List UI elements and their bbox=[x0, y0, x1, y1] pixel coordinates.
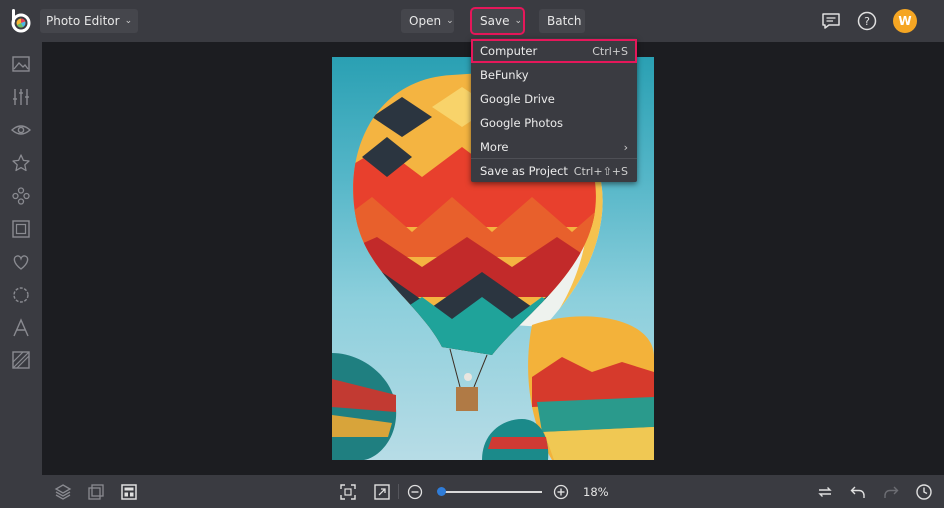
batch-button[interactable]: Batch bbox=[539, 9, 585, 33]
template-icon[interactable] bbox=[120, 483, 138, 501]
avatar[interactable]: W bbox=[893, 9, 917, 33]
befunky-logo-icon[interactable] bbox=[9, 8, 33, 34]
rotate-icon[interactable] bbox=[816, 483, 834, 501]
menu-item-label: Save as Project bbox=[480, 164, 568, 178]
zoom-slider-track[interactable] bbox=[440, 491, 542, 493]
compare-icon[interactable] bbox=[87, 483, 105, 501]
chat-icon[interactable] bbox=[820, 10, 842, 32]
fit-to-screen-icon[interactable] bbox=[339, 483, 357, 501]
texture-icon[interactable] bbox=[11, 285, 31, 305]
batch-label: Batch bbox=[547, 14, 582, 28]
save-label: Save bbox=[480, 14, 510, 28]
image-icon[interactable] bbox=[11, 54, 31, 74]
heart-icon[interactable] bbox=[11, 252, 31, 272]
menu-item-shortcut: Ctrl+S bbox=[592, 44, 628, 58]
menu-item-more[interactable]: More › bbox=[471, 135, 637, 159]
menu-item-label: BeFunky bbox=[480, 68, 529, 82]
svg-text:?: ? bbox=[864, 15, 870, 28]
sliders-icon[interactable] bbox=[11, 87, 31, 107]
menu-item-computer[interactable]: Computer Ctrl+S bbox=[471, 39, 637, 63]
menu-item-label: Computer bbox=[480, 44, 538, 58]
avatar-initial: W bbox=[898, 14, 912, 28]
layers-icon[interactable] bbox=[54, 483, 72, 501]
chevron-down-icon: ⌄ bbox=[446, 16, 454, 26]
menu-item-label: Google Photos bbox=[480, 116, 564, 130]
menu-item-shortcut: Ctrl+⇧+S bbox=[573, 164, 628, 178]
app-title-dropdown[interactable]: Photo Editor ⌄ bbox=[40, 9, 139, 33]
top-bar: Photo Editor ⌄ Open ⌄ Save ⌄ Batch ? W bbox=[0, 0, 944, 42]
actual-size-icon[interactable] bbox=[373, 483, 391, 501]
menu-item-label: Google Drive bbox=[480, 92, 555, 106]
chevron-down-icon: ⌄ bbox=[124, 16, 133, 26]
eye-icon[interactable] bbox=[11, 120, 31, 140]
chevron-right-icon: › bbox=[623, 140, 628, 154]
menu-item-google-photos[interactable]: Google Photos bbox=[471, 111, 637, 135]
menu-item-label: More bbox=[480, 140, 509, 154]
save-button[interactable]: Save ⌄ bbox=[470, 7, 525, 35]
app-title: Photo Editor bbox=[46, 14, 120, 28]
effects-icon[interactable] bbox=[11, 186, 31, 206]
text-icon[interactable] bbox=[11, 318, 31, 338]
frame-icon[interactable] bbox=[11, 219, 31, 239]
open-label: Open bbox=[409, 14, 442, 28]
chevron-down-icon: ⌄ bbox=[514, 16, 523, 26]
redo-icon[interactable] bbox=[882, 483, 900, 501]
divider bbox=[398, 484, 399, 499]
open-button[interactable]: Open ⌄ bbox=[401, 9, 454, 33]
zoom-slider-handle[interactable] bbox=[437, 487, 446, 496]
menu-item-google-drive[interactable]: Google Drive bbox=[471, 87, 637, 111]
zoom-level: 18% bbox=[583, 485, 609, 499]
save-dropdown-menu: Computer Ctrl+S BeFunky Google Drive Goo… bbox=[471, 38, 637, 182]
graphics-icon[interactable] bbox=[11, 350, 31, 370]
star-icon[interactable] bbox=[11, 153, 31, 173]
tool-sidebar bbox=[0, 42, 42, 475]
bottom-bar: 18% bbox=[0, 475, 944, 508]
menu-item-befunky[interactable]: BeFunky bbox=[471, 63, 637, 87]
menu-item-save-as-project[interactable]: Save as Project Ctrl+⇧+S bbox=[471, 159, 637, 183]
history-icon[interactable] bbox=[915, 483, 933, 501]
help-icon[interactable]: ? bbox=[856, 10, 878, 32]
zoom-in-icon[interactable] bbox=[552, 483, 570, 501]
zoom-out-icon[interactable] bbox=[406, 483, 424, 501]
undo-icon[interactable] bbox=[849, 483, 867, 501]
